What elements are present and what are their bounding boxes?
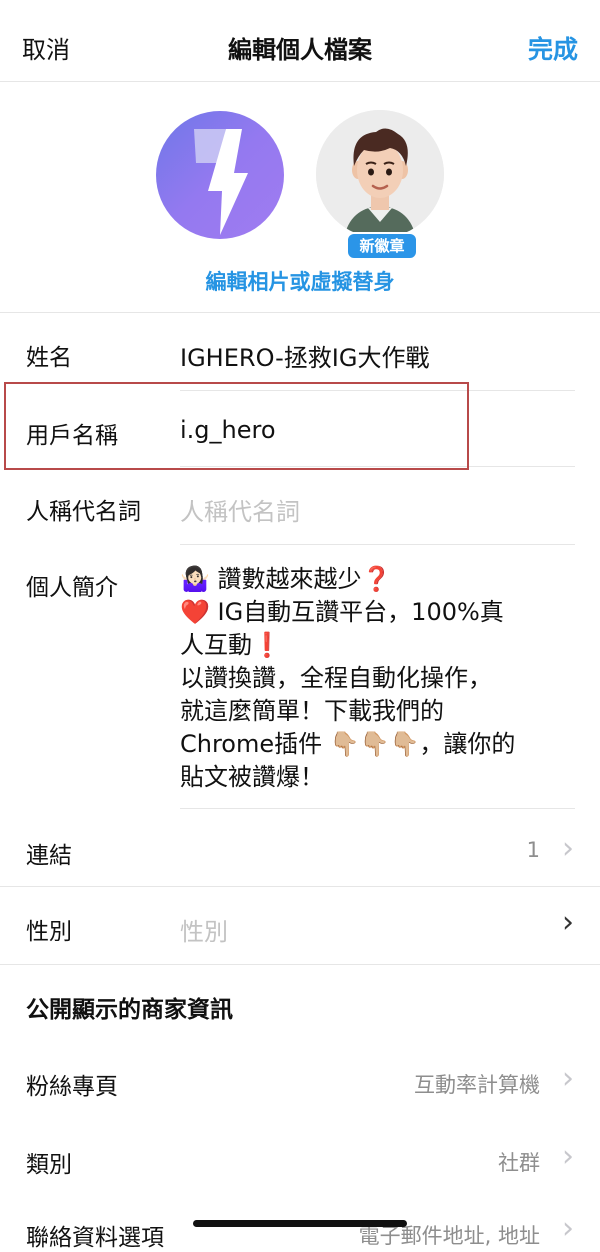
gender-label: 性別	[26, 919, 72, 945]
home-indicator[interactable]	[193, 1220, 407, 1227]
category-label: 類別	[26, 1152, 72, 1178]
page-title: 編輯個人檔案	[228, 36, 372, 64]
links-label: 連結	[26, 843, 72, 869]
chevron-right-icon: ›	[562, 1061, 574, 1096]
name-field[interactable]: IGHERO-拯救IG大作戰	[180, 338, 429, 373]
divider	[180, 544, 575, 545]
gender-field: 性別	[180, 918, 228, 946]
chevron-right-icon: ›	[562, 831, 574, 866]
divider	[180, 808, 575, 809]
bio-line: 貼文被讚爆！	[180, 763, 324, 791]
pronouns-field[interactable]: 人稱代名詞	[180, 492, 300, 527]
memoji-face-icon	[316, 110, 444, 238]
business-section-title: 公開顯示的商家資訊	[26, 997, 233, 1023]
bio-field[interactable]: 🤷🏻‍♀️ 讚數越來越少❓ ❤️ IG自動互讚平台，100%真 人互動❗ 以讚換…	[180, 563, 580, 794]
username-highlight-box	[4, 382, 469, 470]
name-label: 姓名	[26, 345, 72, 371]
bio-line: Chrome插件 👇🏼👇🏼👇🏼，讓你的	[180, 730, 516, 758]
lightning-logo-icon	[194, 129, 248, 235]
category-value: 社群	[498, 1151, 540, 1175]
fan-page-label: 粉絲專頁	[26, 1074, 118, 1100]
chevron-right-icon: ›	[562, 1211, 574, 1246]
bio-line: 人互動❗	[180, 631, 282, 659]
fan-page-value: 互動率計算機	[414, 1073, 540, 1097]
bio-line: 以讚換讚，全程自動化操作，	[180, 664, 492, 692]
pronouns-label: 人稱代名詞	[26, 499, 141, 525]
done-button[interactable]: 完成	[528, 30, 578, 66]
bio-line: 🤷🏻‍♀️ 讚數越來越少❓	[180, 565, 392, 593]
divider	[0, 886, 600, 887]
new-badge: 新徽章	[346, 232, 418, 260]
cancel-button[interactable]: 取消	[22, 30, 70, 65]
chevron-right-icon: ›	[562, 905, 574, 940]
divider	[0, 964, 600, 965]
bio-line: ❤️ IG自動互讚平台，100%真	[180, 598, 504, 626]
divider	[0, 312, 600, 313]
edit-photo-link[interactable]: 編輯相片或虛擬替身	[0, 266, 600, 296]
contact-options-label: 聯絡資料選項	[26, 1225, 164, 1251]
memoji-avatar[interactable]	[316, 110, 444, 238]
profile-photo-avatar[interactable]	[156, 111, 284, 239]
bio-label: 個人簡介	[26, 575, 118, 601]
header: 取消 編輯個人檔案 完成	[0, 0, 600, 82]
links-count: 1	[526, 838, 540, 862]
bio-line: 就這麼簡單！下載我們的	[180, 697, 444, 725]
chevron-right-icon: ›	[562, 1139, 574, 1174]
